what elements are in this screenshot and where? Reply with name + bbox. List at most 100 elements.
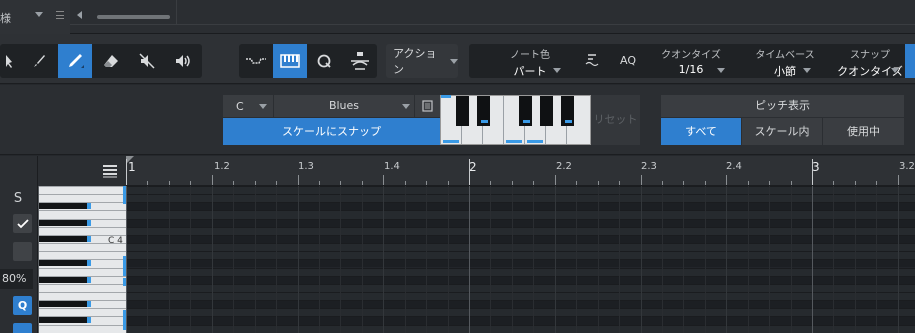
- scale-marker: [443, 140, 459, 143]
- menu-icon[interactable]: [56, 11, 64, 19]
- piano-black-key[interactable]: [39, 235, 91, 242]
- grid-row[interactable]: [126, 186, 915, 195]
- grid-row[interactable]: [126, 324, 915, 333]
- action-menu[interactable]: アクション: [386, 44, 458, 78]
- piano-black-key[interactable]: [39, 260, 91, 267]
- grid-row[interactable]: [126, 308, 915, 317]
- track-name-cell[interactable]: 様: [0, 0, 70, 34]
- ruler-tick: [318, 181, 320, 185]
- eraser-icon: [104, 55, 118, 67]
- option-toggle[interactable]: [13, 242, 32, 261]
- grid-row[interactable]: [126, 210, 915, 219]
- ruler-tick: [661, 181, 663, 185]
- note-color-selector[interactable]: ノート色 パート: [489, 44, 571, 78]
- scale-note-marker: [87, 317, 91, 324]
- grid-line: [361, 186, 363, 333]
- solo-button[interactable]: S: [0, 188, 36, 210]
- note-grid[interactable]: [126, 186, 915, 333]
- grid-line: [233, 186, 235, 333]
- chevron-down-icon: [803, 68, 811, 73]
- grid-row[interactable]: [126, 243, 915, 252]
- view-tool-group: [239, 44, 377, 78]
- grid-row[interactable]: [126, 234, 915, 244]
- chevron-down-icon[interactable]: [35, 12, 43, 17]
- keyboard-view-button[interactable]: [273, 44, 307, 78]
- aq-button[interactable]: AQ: [615, 44, 641, 78]
- grid-line: [147, 186, 149, 333]
- pencil-icon: [69, 54, 84, 68]
- piano-black-key[interactable]: [39, 301, 91, 308]
- ruler-tick: [383, 175, 385, 185]
- grid-row[interactable]: [126, 283, 915, 292]
- piano-black-key[interactable]: [39, 317, 91, 324]
- grid-row[interactable]: [126, 267, 915, 276]
- grid-row[interactable]: [126, 194, 915, 203]
- mini-black-key[interactable]: [540, 96, 553, 126]
- eraser-tool-button[interactable]: [94, 44, 128, 78]
- pitch-all-button[interactable]: すべて: [661, 118, 741, 145]
- mini-black-key[interactable]: [456, 96, 469, 126]
- grid-row[interactable]: [126, 291, 915, 301]
- grid-row[interactable]: [126, 259, 915, 268]
- grid-line: [790, 186, 792, 333]
- scale-note-marker: [87, 260, 91, 267]
- blue-toggle[interactable]: [13, 323, 32, 333]
- snap-to-scale-button[interactable]: スケールにスナップ: [223, 118, 440, 145]
- scale-marker: [506, 140, 522, 143]
- velocity-button[interactable]: [577, 44, 607, 78]
- pitch-used-button[interactable]: 使用中: [823, 118, 904, 145]
- arrow-tool-button[interactable]: [0, 44, 22, 78]
- ruler-tick: [211, 175, 213, 185]
- grid-row[interactable]: [126, 251, 915, 260]
- quantize-toggle[interactable]: Q: [13, 296, 32, 315]
- chevron-down-icon: [717, 68, 725, 73]
- scroll-left-icon[interactable]: [77, 11, 82, 19]
- ruler-tick: [340, 181, 342, 185]
- enable-checkbox[interactable]: [13, 214, 32, 233]
- mute-tool-button[interactable]: [130, 44, 164, 78]
- ruler-tick: [447, 181, 449, 185]
- ruler-label: 2.4: [726, 161, 742, 172]
- piano-key-divider: [39, 186, 126, 187]
- grid-row[interactable]: [126, 300, 915, 309]
- automation-view-button[interactable]: [239, 44, 273, 78]
- scale-marker: [527, 140, 543, 143]
- snap-selector[interactable]: スナップ クオンタイズ: [825, 44, 915, 78]
- scale-mini-keyboard[interactable]: [440, 95, 591, 145]
- grid-row[interactable]: [126, 275, 915, 284]
- timebase-selector[interactable]: タイムベース 小節: [745, 44, 825, 78]
- snap-toggle[interactable]: [905, 44, 915, 78]
- piano-black-key[interactable]: [39, 276, 91, 283]
- ruler-tick: [361, 181, 363, 185]
- piano-black-key[interactable]: [39, 219, 91, 226]
- pitch-in-scale-button[interactable]: スケール内: [742, 118, 822, 145]
- quantize-selector[interactable]: クオンタイズ 1/16: [655, 44, 727, 78]
- piano-keyboard[interactable]: C 4: [38, 186, 126, 333]
- zoom-percent[interactable]: 80%: [0, 269, 33, 289]
- piano-key-divider: [39, 243, 126, 245]
- ruler-label: 3: [812, 160, 820, 174]
- grid-row[interactable]: [126, 218, 915, 227]
- audition-button[interactable]: [343, 44, 377, 78]
- key-selector[interactable]: C: [223, 95, 273, 117]
- ruler-tick: [769, 181, 771, 185]
- paint-tool-button[interactable]: [22, 44, 56, 78]
- divider: [176, 0, 177, 24]
- list-menu-icon[interactable]: [102, 164, 118, 178]
- timeline-ruler[interactable]: 1 1.2 1.3 1.4 2 2.2 2.3 2.4 3 3.2: [126, 156, 915, 186]
- pitch-display-title: ピッチ表示: [661, 95, 904, 117]
- ruler-tick: [469, 159, 470, 185]
- grid-row[interactable]: [126, 316, 915, 325]
- horizontal-scrollbar[interactable]: [97, 15, 170, 19]
- scale-selector[interactable]: Blues: [274, 95, 414, 117]
- piano-black-key[interactable]: [39, 203, 91, 210]
- quantize-button[interactable]: [307, 44, 341, 78]
- grid-line: [340, 186, 342, 333]
- reset-button[interactable]: リセット: [591, 95, 640, 145]
- scale-doc-button[interactable]: [415, 95, 440, 117]
- grid-row[interactable]: [126, 202, 915, 211]
- listen-tool-button[interactable]: [166, 44, 200, 78]
- ruler-tick: [511, 181, 513, 185]
- pencil-tool-button[interactable]: [58, 44, 92, 78]
- grid-row[interactable]: [126, 226, 915, 235]
